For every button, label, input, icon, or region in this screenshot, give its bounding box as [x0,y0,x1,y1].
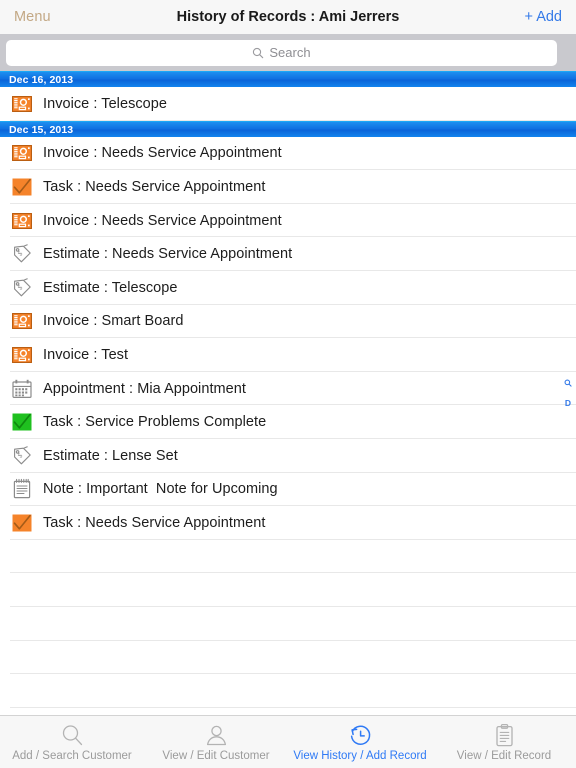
record-row-label: Appointment : Mia Appointment [43,380,246,397]
magnifier-icon [60,722,85,748]
tab-label: View / Edit Customer [162,750,270,762]
record-row-label: Invoice : Telescope [43,95,168,112]
tab-label: View History / Add Record [293,750,427,762]
invoice-icon [10,343,34,367]
index-letter-d[interactable]: D [565,398,571,408]
record-row-label: Invoice : Needs Service Appointment [43,212,282,229]
search-bar-right-pad [557,40,570,66]
record-row[interactable]: Invoice : Needs Service Appointment [0,203,576,238]
person-icon [204,722,229,748]
records-list-container[interactable]: Dec 16, 2013 Invoice : Telescope Dec 15, 2… [0,71,576,715]
records-list: Dec 16, 2013 Invoice : Telescope Dec 15, 2… [0,71,576,715]
record-row-label: Task : Needs Service Appointment [43,514,266,531]
record-row[interactable]: Appointment : Mia Appointment [0,371,576,406]
svg-text:$: $ [16,283,24,291]
invoice-icon [10,309,34,333]
record-row-label: Estimate : Lense Set [43,447,178,464]
search-placeholder: Search [269,45,311,60]
empty-row [0,640,576,675]
menu-button[interactable]: Menu [14,9,51,25]
invoice-icon [10,209,34,233]
record-row[interactable]: $ Estimate : Telescope [0,270,576,305]
task-complete-icon [10,410,34,434]
search-inner: Search [252,45,311,60]
estimate-icon: $ [10,242,34,266]
record-row-label: Invoice : Smart Board [43,313,184,330]
record-row-label: Task : Needs Service Appointment [43,178,266,195]
record-row-label: Estimate : Needs Service Appointment [43,246,293,263]
page-title: History of Records : Ami Jerrers [176,9,400,25]
section-index-bar[interactable]: D [561,71,575,715]
record-row-label: Invoice : Test [43,346,129,363]
record-row[interactable]: Note : Important Note for Upcoming [0,472,576,507]
record-row[interactable]: Invoice : Telescope [0,87,576,121]
search-bar: Search [0,34,576,71]
add-button[interactable]: + Add [525,9,563,25]
record-row[interactable]: Task : Needs Service Appointment [0,170,576,204]
tab-view-history-add-record[interactable]: View History / Add Record [288,716,432,768]
clipboard-icon [492,722,517,748]
record-row[interactable]: Invoice : Smart Board [0,304,576,339]
record-row-label: Note : Important Note for Upcoming [43,481,278,498]
record-row[interactable]: Invoice : Needs Service Appointment [0,136,576,171]
tab-view-edit-customer[interactable]: View / Edit Customer [144,716,288,768]
empty-row [0,573,576,607]
record-row[interactable]: $ Estimate : Lense Set [0,438,576,473]
estimate-icon: $ [10,276,34,300]
record-row[interactable]: $ Estimate : Needs Service Appointment [0,237,576,271]
tab-add-search-customer[interactable]: Add / Search Customer [0,716,144,768]
invoice-icon [10,141,34,165]
appointment-icon [10,377,34,401]
empty-row [0,707,576,715]
section-date-header: Dec 15, 2013 [0,120,576,137]
note-icon [10,477,34,501]
empty-row [0,539,576,574]
empty-row [0,674,576,708]
record-row[interactable]: Invoice : Test [0,338,576,372]
task-open-icon [10,175,34,199]
app-root: Menu History of Records : Ami Jerrers + … [0,0,576,768]
empty-row [0,606,576,641]
record-row-label: Task : Service Problems Complete [43,414,267,431]
invoice-icon [10,92,34,116]
tab-bar: Add / Search Customer View / Edit Custome… [0,715,576,768]
tab-label: Add / Search Customer [12,750,132,762]
record-row[interactable]: Task : Needs Service Appointment [0,506,576,540]
index-search-icon[interactable] [564,379,572,389]
svg-text:$: $ [16,250,24,258]
search-icon [252,47,264,59]
task-open-icon [10,511,34,535]
tab-label: View / Edit Record [456,750,552,762]
tab-view-edit-record[interactable]: View / Edit Record [432,716,576,768]
record-row[interactable]: Task : Service Problems Complete [0,405,576,439]
section-date-header: Dec 16, 2013 [0,71,576,87]
history-clock-icon [348,722,373,748]
navigation-bar: Menu History of Records : Ami Jerrers + … [0,0,576,34]
record-row-label: Estimate : Telescope [43,279,178,296]
estimate-icon: $ [10,444,34,468]
record-row-label: Invoice : Needs Service Appointment [43,145,282,162]
svg-text:$: $ [16,451,24,459]
search-input[interactable]: Search [6,39,557,66]
